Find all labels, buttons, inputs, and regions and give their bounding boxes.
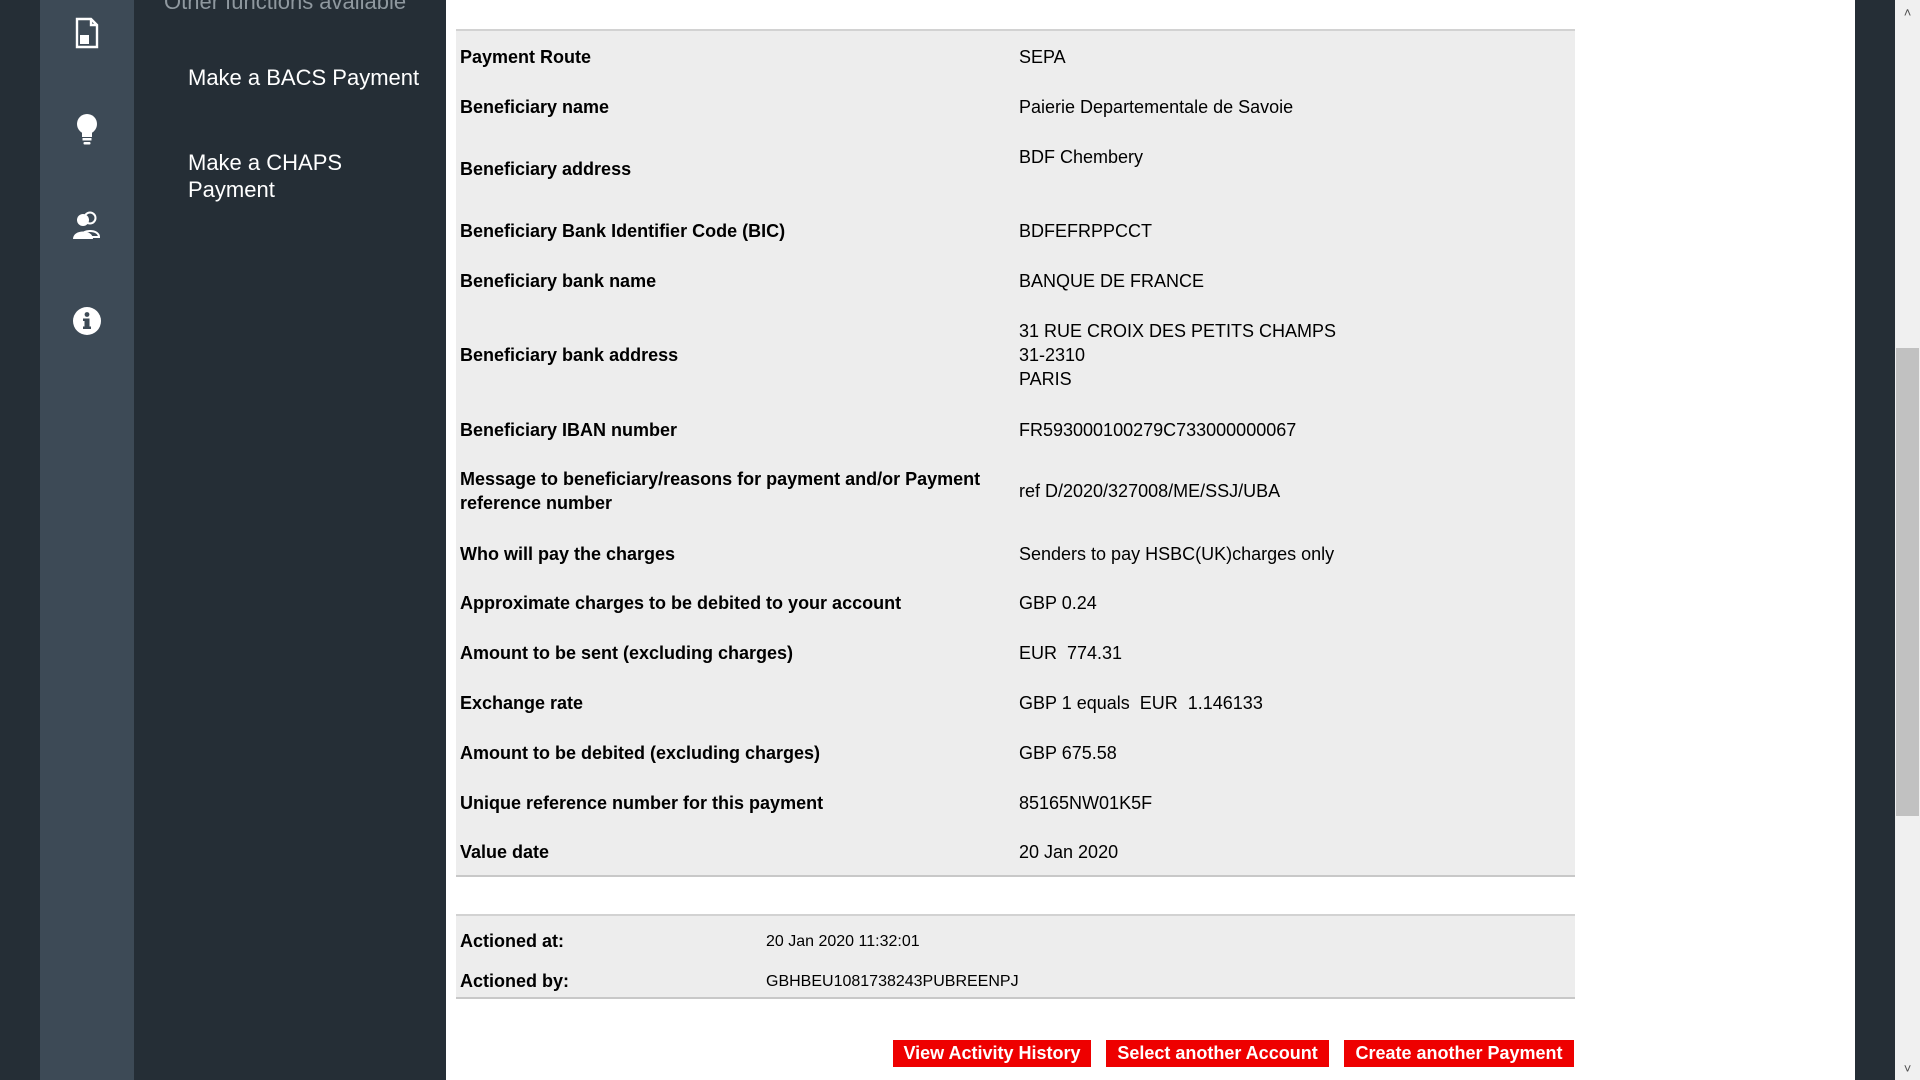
icon-rail [40, 0, 134, 1080]
actioned-by-value: GBHBEU1081738243PUBREENPJ [766, 973, 1019, 990]
detail-value: SEPA [1019, 47, 1066, 67]
lightbulb-icon[interactable] [40, 105, 134, 153]
detail-value: 20 Jan 2020 [1019, 842, 1119, 862]
detail-label: Value date [460, 842, 550, 862]
select-another-account-button[interactable]: Select another Account [1106, 1040, 1329, 1067]
detail-label: Exchange rate [460, 693, 584, 713]
make-bacs-payment-link[interactable]: Make a BACS Payment [188, 64, 428, 91]
actioned-at-value: 20 Jan 2020 11:32:01 [766, 933, 920, 950]
detail-label: Message to beneficiary/reasons for payme… [460, 467, 1020, 515]
scroll-down-arrow-icon[interactable]: ˅ [1895, 1058, 1920, 1078]
detail-value: BDFEFRPPCCT [1019, 221, 1153, 241]
detail-value: ref D/2020/327008/ME/SSJ/UBA [1019, 481, 1281, 501]
address-line: 31-2310 [1019, 345, 1086, 365]
create-another-payment-button[interactable]: Create another Payment [1344, 1040, 1574, 1067]
left-edge [0, 0, 40, 1080]
detail-label: Beneficiary bank name [460, 271, 657, 291]
view-activity-history-button[interactable]: View Activity History [893, 1040, 1091, 1067]
detail-value: Senders to pay HSBC(UK)charges only [1019, 544, 1335, 564]
actioned-at-label: Actioned at: [460, 931, 565, 951]
detail-value: GBP 675.58 [1019, 743, 1117, 763]
main-content: Payment Route SEPA Beneficiary name Paie… [446, 0, 1855, 1080]
make-chaps-payment-link[interactable]: Make a CHAPS Payment [188, 149, 428, 203]
detail-value: 31 RUE CROIX DES PETITS CHAMPS 31-2310 P… [1019, 319, 1559, 391]
detail-value: Paierie Departementale de Savoie [1019, 97, 1294, 117]
detail-label: Beneficiary address [460, 159, 632, 179]
sidebar: Other functions available Make a BACS Pa… [134, 0, 446, 1080]
detail-label: Beneficiary IBAN number [460, 420, 678, 440]
detail-label: Beneficiary Bank Identifier Code (BIC) [460, 221, 786, 241]
detail-label: Beneficiary bank address [460, 345, 679, 365]
detail-label: Amount to be debited (excluding charges) [460, 743, 821, 763]
sidebar-heading: Other functions available [164, 0, 407, 14]
users-icon[interactable] [40, 201, 134, 249]
address-line: PARIS [1019, 369, 1072, 389]
detail-label: Unique reference number for this payment [460, 793, 824, 813]
right-gutter [1855, 0, 1895, 1080]
detail-value: EUR 774.31 [1019, 643, 1123, 663]
detail-value: GBP 1 equals EUR 1.146133 [1019, 693, 1263, 713]
info-icon[interactable] [40, 297, 134, 345]
detail-label: Amount to be sent (excluding charges) [460, 643, 794, 663]
detail-value: BANQUE DE FRANCE [1019, 271, 1205, 291]
detail-label: Beneficiary name [460, 97, 610, 117]
detail-label: Payment Route [460, 47, 592, 67]
scrollbar-thumb[interactable] [1896, 348, 1919, 816]
detail-value: GBP 0.24 [1019, 593, 1097, 613]
detail-value: BDF Chembery [1019, 147, 1144, 167]
payment-details-panel: Payment Route SEPA Beneficiary name Paie… [456, 29, 1575, 877]
detail-label-line: Message to beneficiary/reasons for payme… [460, 469, 981, 489]
detail-label: Approximate charges to be debited to you… [460, 593, 902, 613]
detail-value: 85165NW01K5F [1019, 793, 1153, 813]
actioned-panel: Actioned at: 20 Jan 2020 11:32:01 Action… [456, 914, 1575, 999]
actioned-by-label: Actioned by: [460, 971, 570, 991]
scroll-up-arrow-icon[interactable]: ˄ [1895, 2, 1920, 22]
detail-value: FR593000100279C733000000067 [1019, 420, 1297, 440]
detail-label-line: reference number [460, 493, 613, 513]
detail-label: Who will pay the charges [460, 544, 676, 564]
document-icon[interactable] [40, 9, 134, 57]
address-line: 31 RUE CROIX DES PETITS CHAMPS [1019, 321, 1337, 341]
